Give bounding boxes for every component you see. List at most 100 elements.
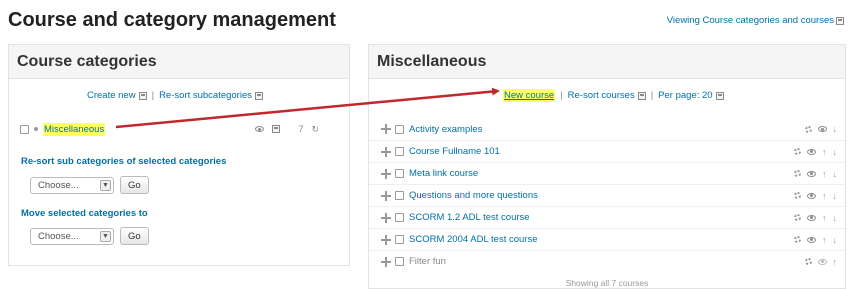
move-down-icon[interactable]: ↓ [833, 169, 838, 179]
move-select-value: Choose... [38, 230, 79, 242]
course-row[interactable]: Filter fun ↑ [369, 250, 845, 272]
course-row[interactable]: Questions and more questions ↑ ↓ [369, 184, 845, 206]
gear-icon[interactable] [804, 258, 812, 265]
course-name-link[interactable]: SCORM 1.2 ADL test course [409, 212, 530, 223]
per-page-link[interactable]: Per page: 20 [658, 90, 712, 101]
move-select[interactable]: Choose... ▼ [30, 227, 114, 245]
bullet-icon [34, 127, 38, 131]
move-categories-label: Move selected categories to [21, 208, 148, 219]
viewing-mode-link[interactable]: Viewing Course categories and courses [667, 15, 844, 26]
move-icon[interactable] [381, 190, 391, 201]
course-name-link[interactable]: Filter fun [409, 256, 446, 267]
per-page-menu-icon[interactable] [715, 91, 724, 100]
resort-go-button[interactable]: Go [120, 176, 149, 194]
move-go-button[interactable]: Go [120, 227, 149, 245]
category-actions: Create new | Re-sort subcategories [87, 90, 263, 101]
move-down-icon[interactable]: ↓ [833, 191, 838, 201]
create-new-link[interactable]: Create new [87, 90, 136, 101]
course-checkbox[interactable] [395, 147, 404, 156]
create-new-menu-icon[interactable] [138, 91, 147, 100]
course-list: Activity examples ↓ Course Fullname 101 … [369, 118, 845, 272]
resort-courses-menu-icon[interactable] [637, 91, 646, 100]
move-down-icon[interactable]: ↓ [833, 213, 838, 223]
move-up-icon[interactable]: ↑ [822, 213, 827, 223]
category-action-icons: 7 ↻ [255, 124, 319, 135]
courses-panel: Miscellaneous New course | Re-sort cours… [368, 44, 846, 289]
resort-select[interactable]: Choose... ▼ [30, 176, 114, 194]
visibility-icon[interactable] [817, 126, 827, 132]
new-course-link[interactable]: New course [503, 89, 556, 102]
page-title: Course and category management [8, 9, 336, 31]
move-up-icon[interactable]: ↑ [822, 169, 827, 179]
viewing-mode-label: Viewing Course categories and courses [666, 15, 834, 26]
course-name-link[interactable]: Questions and more questions [409, 190, 538, 201]
move-up-icon[interactable]: ↑ [822, 147, 827, 157]
separator: | [560, 90, 563, 101]
move-down-icon[interactable]: ↓ [833, 124, 838, 134]
course-action-icons: ↑ ↓ [794, 213, 837, 223]
course-row[interactable]: Activity examples ↓ [369, 118, 845, 140]
separator: | [650, 90, 654, 101]
category-checkbox[interactable] [20, 124, 29, 134]
course-count-icon: ↻ [311, 123, 319, 134]
course-checkbox[interactable] [395, 213, 404, 222]
course-action-icons: ↑ ↓ [794, 235, 837, 245]
category-row[interactable]: Miscellaneous 7 ↻ [9, 119, 349, 139]
course-checkbox[interactable] [395, 169, 404, 178]
visibility-icon[interactable] [807, 236, 816, 243]
course-name-link[interactable]: SCORM 2004 ADL test course [409, 234, 537, 245]
visibility-icon[interactable] [255, 126, 265, 132]
course-name-link[interactable]: Activity examples [409, 124, 482, 135]
gear-icon[interactable] [794, 192, 801, 199]
course-checkbox[interactable] [395, 191, 404, 200]
course-checkbox[interactable] [395, 235, 404, 244]
visibility-icon[interactable] [807, 148, 816, 155]
move-up-icon[interactable]: ↑ [822, 191, 827, 201]
course-row[interactable]: SCORM 2004 ADL test course ↑ ↓ [369, 228, 845, 250]
category-menu-icon[interactable] [272, 125, 281, 133]
gear-icon[interactable] [804, 125, 812, 133]
course-action-icons: ↓ [804, 124, 838, 134]
move-icon[interactable] [381, 146, 391, 157]
visibility-icon[interactable] [807, 192, 816, 199]
course-row[interactable]: Meta link course ↑ ↓ [369, 162, 845, 184]
gear-icon[interactable] [794, 214, 801, 221]
move-down-icon[interactable]: ↓ [833, 235, 838, 245]
course-checkbox[interactable] [395, 257, 404, 266]
resort-courses-link[interactable]: Re-sort courses [568, 90, 635, 101]
course-checkbox[interactable] [395, 124, 404, 134]
courses-heading: Miscellaneous [369, 45, 845, 79]
resort-subcategories-menu-icon[interactable] [255, 91, 263, 100]
hidden-visibility-icon[interactable] [817, 258, 827, 265]
course-action-icons: ↑ ↓ [794, 147, 837, 157]
move-icon[interactable] [381, 256, 391, 267]
course-row[interactable]: SCORM 1.2 ADL test course ↑ ↓ [369, 206, 845, 228]
move-icon[interactable] [381, 212, 391, 223]
move-icon[interactable] [381, 124, 391, 134]
course-row[interactable]: Course Fullname 101 ↑ ↓ [369, 140, 845, 162]
courses-body: New course | Re-sort courses | Per page:… [369, 79, 845, 288]
dropdown-menu-icon [836, 16, 844, 25]
category-course-count: 7 [298, 124, 304, 134]
gear-icon[interactable] [794, 170, 801, 177]
resort-subcategories-link[interactable]: Re-sort subcategories [159, 90, 252, 101]
gear-icon[interactable] [794, 236, 801, 243]
move-up-icon[interactable]: ↑ [822, 235, 827, 245]
category-name-link[interactable]: Miscellaneous [43, 122, 106, 136]
move-icon[interactable] [381, 168, 391, 179]
chevron-down-icon: ▼ [100, 179, 111, 191]
gear-icon[interactable] [794, 148, 801, 155]
course-action-icons: ↑ ↓ [794, 169, 837, 179]
course-categories-panel: Course categories Create new | Re-sort s… [8, 44, 350, 266]
move-icon[interactable] [381, 234, 391, 245]
move-up-icon[interactable]: ↑ [833, 257, 838, 267]
course-name-link[interactable]: Meta link course [409, 168, 478, 179]
visibility-icon[interactable] [807, 170, 816, 177]
resort-subcategories-label: Re-sort sub categories of selected categ… [21, 156, 227, 167]
course-action-icons: ↑ ↓ [794, 191, 837, 201]
course-categories-body: Create new | Re-sort subcategories Misce… [9, 79, 349, 265]
visibility-icon[interactable] [807, 214, 816, 221]
move-down-icon[interactable]: ↓ [833, 147, 838, 157]
course-name-link[interactable]: Course Fullname 101 [409, 146, 500, 157]
course-categories-heading: Course categories [9, 45, 349, 79]
